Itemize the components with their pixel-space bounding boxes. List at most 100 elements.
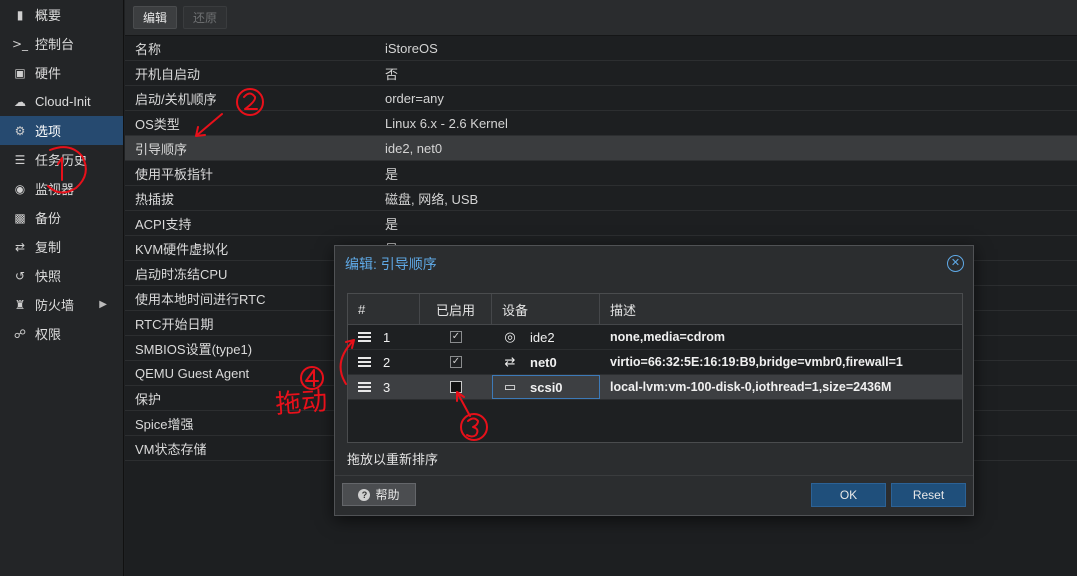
retweet-icon: ⇄ — [14, 239, 26, 254]
row-num: 3 — [383, 379, 391, 395]
sidebar-item-hardware[interactable]: ▣ 硬件 — [0, 58, 123, 87]
options-row[interactable]: 热插拔 磁盘, 网络, USB — [125, 186, 1077, 211]
enabled-checkbox[interactable]: ✓ — [450, 356, 462, 368]
sidebar: ▮ 概要 >_ 控制台 ▣ 硬件 ☁ Cloud-Init ⚙ 选项 ☰ 任务历… — [0, 0, 124, 576]
sidebar-item-firewall[interactable]: ♜ 防火墙 ▶ — [0, 290, 123, 319]
disc-icon: ◎ — [504, 329, 516, 345]
sidebar-item-label: 控制台 — [35, 37, 75, 52]
option-value: Linux 6.x - 2.6 Kernel — [385, 115, 508, 131]
drag-handle-icon[interactable] — [358, 330, 371, 344]
reset-button[interactable]: Reset — [891, 483, 966, 507]
shield-icon: ♜ — [14, 297, 26, 312]
eye-icon: ◉ — [14, 181, 26, 196]
gear-icon: ⚙ — [14, 123, 26, 138]
device-name: ide2 — [530, 329, 555, 345]
sidebar-item-label: 权限 — [35, 327, 62, 342]
option-key: 引导顺序 — [135, 141, 188, 157]
exchange-icon: ⇄ — [504, 354, 516, 370]
sidebar-item-label: 备份 — [35, 211, 62, 226]
column-header-num[interactable]: # — [348, 294, 420, 324]
list-icon: ☰ — [14, 152, 26, 167]
option-key: 使用平板指针 — [135, 166, 214, 182]
option-value: 是 — [385, 216, 399, 232]
options-row[interactable]: 名称 iStoreOS — [125, 36, 1077, 61]
history-icon: ↺ — [14, 268, 26, 283]
boot-row-selected[interactable]: 3 ▭ scsi0 local-lvm:vm-100-disk-0,iothre… — [348, 375, 962, 400]
dialog-header: 编辑: 引导顺序 ✕ — [335, 246, 973, 282]
drag-handle-icon[interactable] — [358, 380, 371, 394]
device-cell: ⇄ net0 — [492, 350, 600, 374]
device-cell: ◎ ide2 — [492, 325, 600, 349]
option-key: 启动/关机顺序 — [135, 91, 217, 107]
options-row[interactable]: OS类型 Linux 6.x - 2.6 Kernel — [125, 111, 1077, 136]
options-row-selected[interactable]: 引导顺序 ide2, net0 — [125, 136, 1077, 161]
sidebar-item-summary[interactable]: ▮ 概要 — [0, 0, 123, 29]
terminal-icon: >_ — [11, 36, 29, 51]
enabled-checkbox[interactable]: ✓ — [450, 331, 462, 343]
sidebar-item-cloud-init[interactable]: ☁ Cloud-Init — [0, 87, 123, 116]
sidebar-item-label: 监视器 — [35, 182, 75, 197]
sidebar-item-label: 防火墙 — [35, 298, 75, 313]
option-value: 是 — [385, 166, 399, 182]
floppy-icon: ▩ — [14, 210, 26, 225]
option-value: 否 — [385, 66, 399, 82]
sidebar-item-replication[interactable]: ⇄ 复制 — [0, 232, 123, 261]
sidebar-item-task-history[interactable]: ☰ 任务历史 — [0, 145, 123, 174]
device-name: scsi0 — [530, 379, 563, 395]
row-num: 1 — [383, 329, 391, 345]
options-row[interactable]: 启动/关机顺序 order=any — [125, 86, 1077, 111]
revert-button[interactable]: 还原 — [183, 6, 228, 29]
close-icon[interactable]: ✕ — [947, 255, 964, 272]
column-header-desc[interactable]: 描述 — [600, 294, 962, 324]
drag-hint: 拖放以重新排序 — [347, 452, 439, 467]
enabled-checkbox[interactable] — [450, 381, 462, 393]
enabled-cell — [420, 375, 492, 399]
row-num-cell: 3 — [348, 375, 420, 399]
drag-handle-icon[interactable] — [358, 355, 371, 369]
sidebar-item-console[interactable]: >_ 控制台 — [0, 29, 123, 58]
grid-header: # 已启用 设备 描述 — [348, 294, 962, 325]
column-header-device[interactable]: 设备 — [492, 294, 600, 324]
sidebar-item-permissions[interactable]: ☍ 权限 — [0, 319, 123, 348]
sidebar-item-label: 任务历史 — [35, 153, 88, 168]
edit-button[interactable]: 编辑 — [133, 6, 178, 29]
option-key: ACPI支持 — [135, 216, 192, 232]
option-value: order=any — [385, 90, 444, 106]
ok-button[interactable]: OK — [811, 483, 886, 507]
option-key: 开机自启动 — [135, 66, 201, 82]
sidebar-item-label: 硬件 — [35, 66, 62, 81]
sidebar-item-backup[interactable]: ▩ 备份 — [0, 203, 123, 232]
option-value: iStoreOS — [385, 40, 438, 56]
hdd-icon: ▭ — [503, 379, 517, 395]
sidebar-item-label: Cloud-Init — [35, 94, 91, 109]
row-num: 2 — [383, 354, 391, 370]
dialog-title: 编辑: 引导顺序 — [345, 256, 437, 272]
row-num-cell: 2 — [348, 350, 420, 374]
option-key: OS类型 — [135, 116, 180, 132]
sidebar-item-monitor[interactable]: ◉ 监视器 — [0, 174, 123, 203]
cloud-icon: ☁ — [14, 94, 26, 109]
device-desc: none,media=cdrom — [610, 330, 725, 344]
option-key: 名称 — [135, 41, 162, 57]
options-row[interactable]: 开机自启动 否 — [125, 61, 1077, 86]
option-value: ide2, net0 — [385, 140, 443, 156]
boot-row[interactable]: 1 ✓ ◎ ide2 none,media=cdrom — [348, 325, 962, 350]
book-icon: ▮ — [16, 7, 24, 22]
sidebar-item-options[interactable]: ⚙ 选项 — [0, 116, 123, 145]
sidebar-item-label: 复制 — [35, 240, 62, 255]
option-key: 热插拔 — [135, 191, 175, 207]
boot-row[interactable]: 2 ✓ ⇄ net0 virtio=66:32:5E:16:19:B9,brid… — [348, 350, 962, 375]
column-header-enabled[interactable]: 已启用 — [420, 294, 492, 324]
monitor-icon: ▣ — [14, 65, 26, 80]
device-desc: virtio=66:32:5E:16:19:B9,bridge=vmbr0,fi… — [610, 355, 903, 369]
device-cell: ▭ scsi0 — [492, 375, 600, 399]
help-button[interactable]: ? 帮助 — [342, 483, 416, 506]
chevron-right-icon: ▶ — [99, 299, 107, 310]
device-desc: local-lvm:vm-100-disk-0,iothread=1,size=… — [610, 380, 892, 394]
enabled-cell: ✓ — [420, 350, 492, 374]
sidebar-item-label: 概要 — [35, 8, 62, 23]
options-row[interactable]: ACPI支持 是 — [125, 211, 1077, 236]
options-row[interactable]: 使用平板指针 是 — [125, 161, 1077, 186]
sidebar-item-snapshots[interactable]: ↺ 快照 — [0, 261, 123, 290]
enabled-cell: ✓ — [420, 325, 492, 349]
